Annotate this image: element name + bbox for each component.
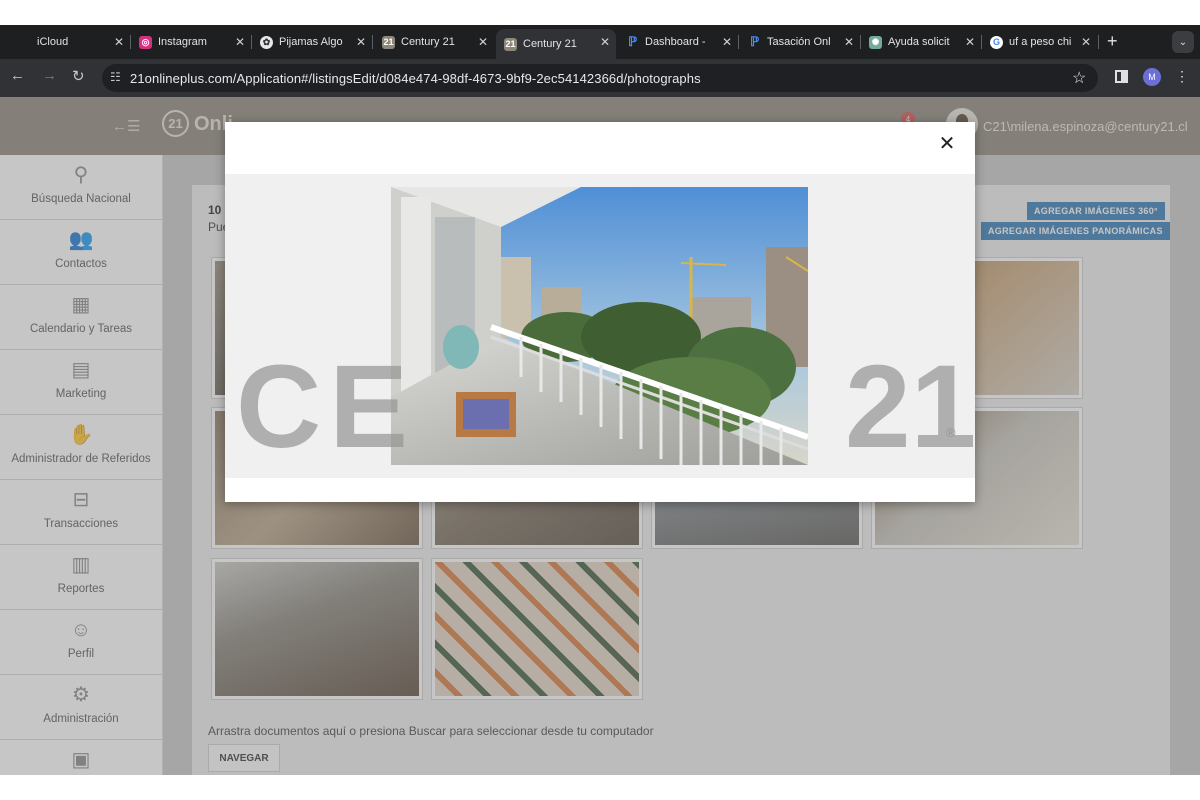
tab-separator xyxy=(738,35,739,49)
close-icon[interactable]: ✕ xyxy=(356,35,366,49)
registered-mark: ® xyxy=(946,425,956,440)
bookmark-star-icon[interactable]: ☆ xyxy=(1072,68,1086,88)
tab-uf-peso[interactable]: G uf a peso chi ✕ xyxy=(982,29,1097,55)
watermark-number: 21 xyxy=(845,341,977,473)
tab-label: Pijamas Algo xyxy=(279,36,343,48)
instagram-icon: ◎ xyxy=(139,35,152,49)
tab-label: uf a peso chi xyxy=(1009,36,1072,48)
tab-label: Ayuda solicit xyxy=(888,36,950,48)
close-icon[interactable]: ✕ xyxy=(114,35,124,49)
tab-separator xyxy=(372,35,373,49)
reload-icon[interactable]: ↻ xyxy=(72,67,85,85)
close-icon[interactable]: ✕ xyxy=(1081,35,1091,49)
forward-icon[interactable]: → xyxy=(42,67,57,84)
tab-search-button[interactable]: ⌄ xyxy=(1172,31,1194,53)
close-icon[interactable]: ✕ xyxy=(478,35,488,49)
tab-tasacion[interactable]: ℙ Tasación Onl ✕ xyxy=(740,29,860,55)
p-icon: ℙ xyxy=(627,34,638,49)
tab-label: Century 21 xyxy=(523,38,577,50)
p-icon: ℙ xyxy=(749,34,760,49)
openai-icon: ✺ xyxy=(869,35,882,49)
url-text[interactable]: 21onlineplus.com/Application#/listingsEd… xyxy=(130,71,701,86)
close-icon[interactable]: ✕ xyxy=(965,35,975,49)
tab-label: Tasación Onl xyxy=(767,36,831,48)
close-icon[interactable]: ✕ xyxy=(722,35,732,49)
tab-label: Dashboard - xyxy=(645,36,706,48)
back-icon[interactable]: ← xyxy=(10,67,25,84)
chatgpt-icon: ✿ xyxy=(260,35,273,49)
new-tab-button[interactable]: + xyxy=(1107,31,1118,52)
tab-century21-active[interactable]: 21 Century 21 ✕ xyxy=(496,29,616,59)
close-icon[interactable]: ✕ xyxy=(600,35,610,49)
site-settings-icon[interactable]: ☷ xyxy=(110,70,121,84)
top-margin xyxy=(0,0,1200,25)
google-icon: G xyxy=(990,35,1003,49)
balcony-photo xyxy=(391,187,808,465)
tab-separator xyxy=(1098,35,1099,49)
tab-century21-a[interactable]: 21 Century 21 ✕ xyxy=(374,29,494,55)
close-icon[interactable]: ✕ xyxy=(935,132,959,156)
century21-icon: 21 xyxy=(504,37,517,51)
tab-instagram[interactable]: ◎ Instagram ✕ xyxy=(131,29,251,55)
tab-ayuda[interactable]: ✺ Ayuda solicit ✕ xyxy=(861,29,981,55)
century21-icon: 21 xyxy=(382,35,395,49)
bottom-margin xyxy=(0,775,1200,800)
tab-label: iCloud xyxy=(37,36,69,48)
close-icon[interactable]: ✕ xyxy=(844,35,854,49)
tab-dashboard[interactable]: ℙ Dashboard - ✕ xyxy=(618,29,738,55)
tab-label: Century 21 xyxy=(401,36,455,48)
apple-icon xyxy=(18,36,31,49)
tab-pijamas[interactable]: ✿ Pijamas Algo ✕ xyxy=(252,29,372,55)
profile-avatar[interactable]: M xyxy=(1143,68,1161,86)
watermark-text: CE xyxy=(236,341,416,473)
tab-icloud[interactable]: iCloud ✕ xyxy=(10,29,130,55)
tab-label: Instagram xyxy=(158,36,207,48)
close-icon[interactable]: ✕ xyxy=(235,35,245,49)
browser-menu-icon[interactable]: ⋮ xyxy=(1175,68,1189,85)
side-panel-icon[interactable] xyxy=(1115,70,1128,83)
